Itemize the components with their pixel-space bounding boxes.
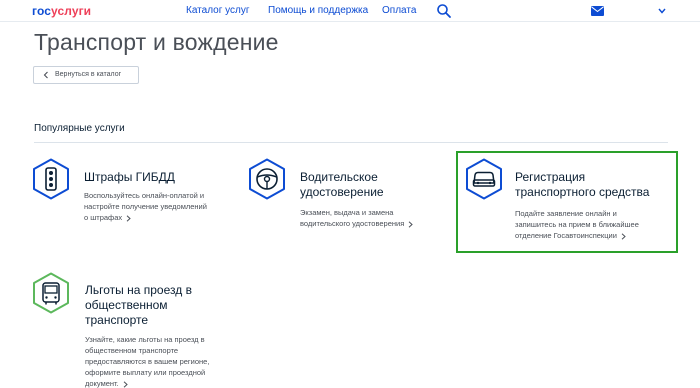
title-line: Регистрация [515,170,586,184]
back-to-catalog-button[interactable]: Вернуться в каталог [33,66,139,84]
desc-line: предоставляются в вашем регионе, [85,357,210,366]
section-divider [34,142,668,143]
desc-line: документ. [85,379,119,388]
title-line: транспорте [85,313,149,327]
chevron-down-icon[interactable] [657,6,667,16]
card-title: Регистрация транспортного средства [515,170,649,200]
logo-text-uslugi: услуги [51,4,92,18]
nav-catalog-link[interactable]: Каталог услуг [186,5,250,16]
chevron-left-icon [43,71,48,79]
bus-icon [33,272,69,314]
desc-line: Узнайте, какие льготы на проезд в [85,335,205,344]
title-line: транспортного средства [515,185,650,199]
gosuslugi-logo[interactable]: госуслуги [32,4,91,18]
service-card-fines[interactable]: Штрафы ГИБДД Воспользуйтесь онлайн-оплат… [32,158,232,238]
desc-line: настройте получение уведомлений [84,202,207,211]
chevron-right-icon [621,232,626,240]
desc-line: оформите выплату или проездной [85,368,206,377]
service-card-vehicle-registration[interactable]: Регистрация транспортного средства Подай… [465,158,670,248]
desc-line: Подайте заявление онлайн и [515,209,617,218]
back-button-label: Вернуться в каталог [55,71,122,78]
logo-text-gos: гос [32,4,51,18]
desc-line: Экзамен, выдача и замена [300,208,394,217]
search-icon[interactable] [436,3,452,19]
card-title: Штрафы ГИБДД [84,170,175,184]
steering-wheel-icon [249,158,285,200]
card-description: Воспользуйтесь онлайн-оплатой и настройт… [84,190,254,223]
title-line: Льготы на проезд в [85,283,192,297]
service-card-driver-license[interactable]: Водительское удостоверение Экзамен, выда… [248,158,448,238]
desc-line: общественном транспорте [85,346,179,355]
card-description: Подайте заявление онлайн и запишитесь на… [515,208,670,241]
chevron-right-icon [123,380,128,388]
title-line: общественном [85,298,168,312]
section-title: Популярные услуги [34,123,125,134]
card-title: Льготы на проезд в общественном транспор… [85,283,192,328]
card-description: Узнайте, какие льготы на проезд в общест… [85,334,245,388]
chevron-right-icon [126,214,131,222]
chevron-right-icon [408,220,414,228]
service-card-transport-benefits[interactable]: Льготы на проезд в общественном транспор… [32,272,242,388]
title-line: Водительское [300,170,378,184]
card-title: Водительское удостоверение [300,170,384,200]
card-description: Экзамен, выдача и замена водительского у… [300,207,470,229]
nav-help-link[interactable]: Помощь и поддержка [268,5,368,16]
nav-payment-link[interactable]: Оплата [382,5,416,16]
top-header: госуслуги Каталог услуг Помощь и поддерж… [0,0,700,22]
title-line: удостоверение [300,185,384,199]
desc-line: Воспользуйтесь онлайн-оплатой и [84,191,205,200]
desc-line: водительского удостоверения [300,219,405,228]
mail-icon[interactable] [591,6,604,16]
page-title: Транспорт и вождение [34,29,279,55]
desc-line: отделение Госавтоинспекции [515,231,617,240]
traffic-light-icon [33,158,69,200]
desc-line: запишитесь на прием в ближайшее [515,220,639,229]
car-icon [466,158,502,200]
desc-line: о штрафах [84,213,123,222]
